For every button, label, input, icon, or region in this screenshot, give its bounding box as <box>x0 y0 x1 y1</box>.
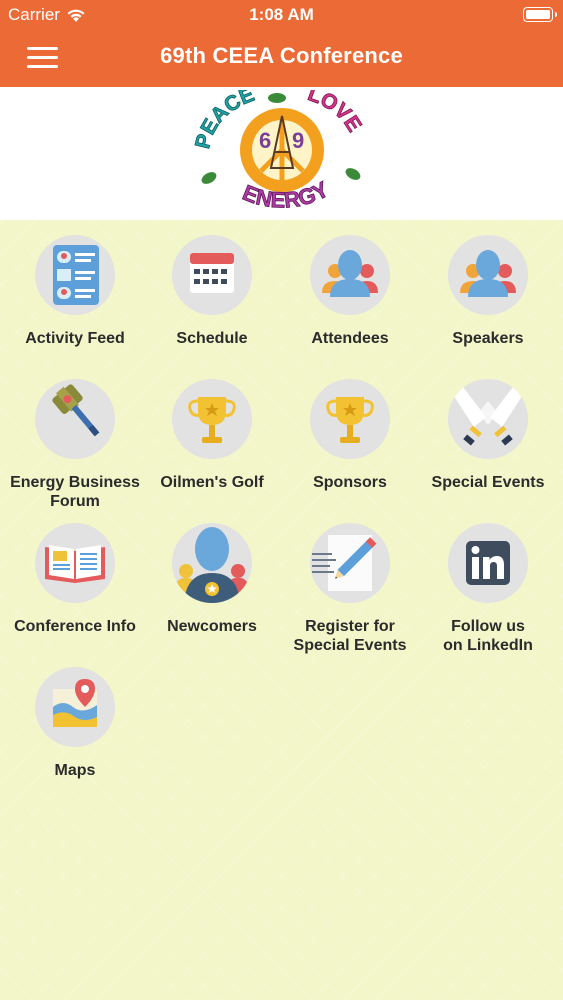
pencil-register-icon <box>310 523 390 603</box>
tile-label: Register for Special Events <box>293 618 407 654</box>
open-book-icon <box>35 523 115 603</box>
calendar-icon <box>172 235 252 315</box>
page-title: 69th CEEA Conference <box>160 43 403 68</box>
leaf-icon <box>201 172 217 184</box>
leaf-icon <box>345 168 361 180</box>
tile-label: Activity Feed <box>25 330 125 347</box>
menu-grid: Activity Feed Schedule Attendees Speaker… <box>0 220 563 1000</box>
tile-label: Conference Info <box>14 618 136 635</box>
logo-number-6: 6 <box>259 128 271 153</box>
tile-label: Attendees <box>311 330 389 347</box>
tile-attendees[interactable]: Attendees <box>281 220 419 348</box>
tile-register-special-events[interactable]: Register for Special Events <box>281 508 419 655</box>
linkedin-icon <box>448 523 528 603</box>
tile-label: Maps <box>54 762 96 779</box>
trophy-icon <box>172 379 252 459</box>
map-pin-icon <box>35 667 115 747</box>
tile-label: Special Events <box>431 474 545 491</box>
conference-banner: 6 9 PEACE LOVE ENERGY <box>0 87 563 220</box>
logo-number-9: 9 <box>292 128 304 153</box>
tile-label: Speakers <box>452 330 524 347</box>
gavel-icon <box>35 379 115 459</box>
status-time: 1:08 AM <box>249 5 314 24</box>
speakers-icon <box>448 235 528 315</box>
tile-schedule[interactable]: Schedule <box>143 220 281 348</box>
tile-special-events[interactable]: Special Events <box>419 364 557 492</box>
leaf-icon <box>268 93 286 103</box>
battery-icon <box>523 7 557 22</box>
tile-sponsors[interactable]: Sponsors <box>281 364 419 492</box>
tile-label: Oilmen's Golf <box>160 474 264 491</box>
toast-glasses-icon <box>448 379 528 459</box>
tile-conference-info[interactable]: Conference Info <box>6 508 144 636</box>
attendees-icon <box>310 235 390 315</box>
tile-maps[interactable]: Maps <box>6 652 144 780</box>
tile-label: Follow us on LinkedIn <box>443 618 533 654</box>
nav-bar: 69th CEEA Conference <box>0 28 563 87</box>
tile-label: Energy Business Forum <box>10 474 140 510</box>
tile-speakers[interactable]: Speakers <box>419 220 557 348</box>
status-bar: Carrier 1:08 AM <box>0 0 563 28</box>
conference-logo: 6 9 PEACE LOVE ENERGY <box>191 90 366 213</box>
tile-label: Schedule <box>176 330 248 347</box>
newcomer-medal-icon <box>172 523 252 603</box>
tile-activity-feed[interactable]: Activity Feed <box>6 220 144 348</box>
tile-oilmens-golf[interactable]: Oilmen's Golf <box>143 364 281 492</box>
tile-label: Sponsors <box>313 474 387 491</box>
trophy-icon <box>310 379 390 459</box>
tile-follow-linkedin[interactable]: Follow us on LinkedIn <box>419 508 557 655</box>
tile-label: Newcomers <box>167 618 257 635</box>
tile-newcomers[interactable]: Newcomers <box>143 508 281 636</box>
activity-feed-icon <box>35 235 115 315</box>
tile-energy-business-forum[interactable]: Energy Business Forum <box>6 364 144 511</box>
